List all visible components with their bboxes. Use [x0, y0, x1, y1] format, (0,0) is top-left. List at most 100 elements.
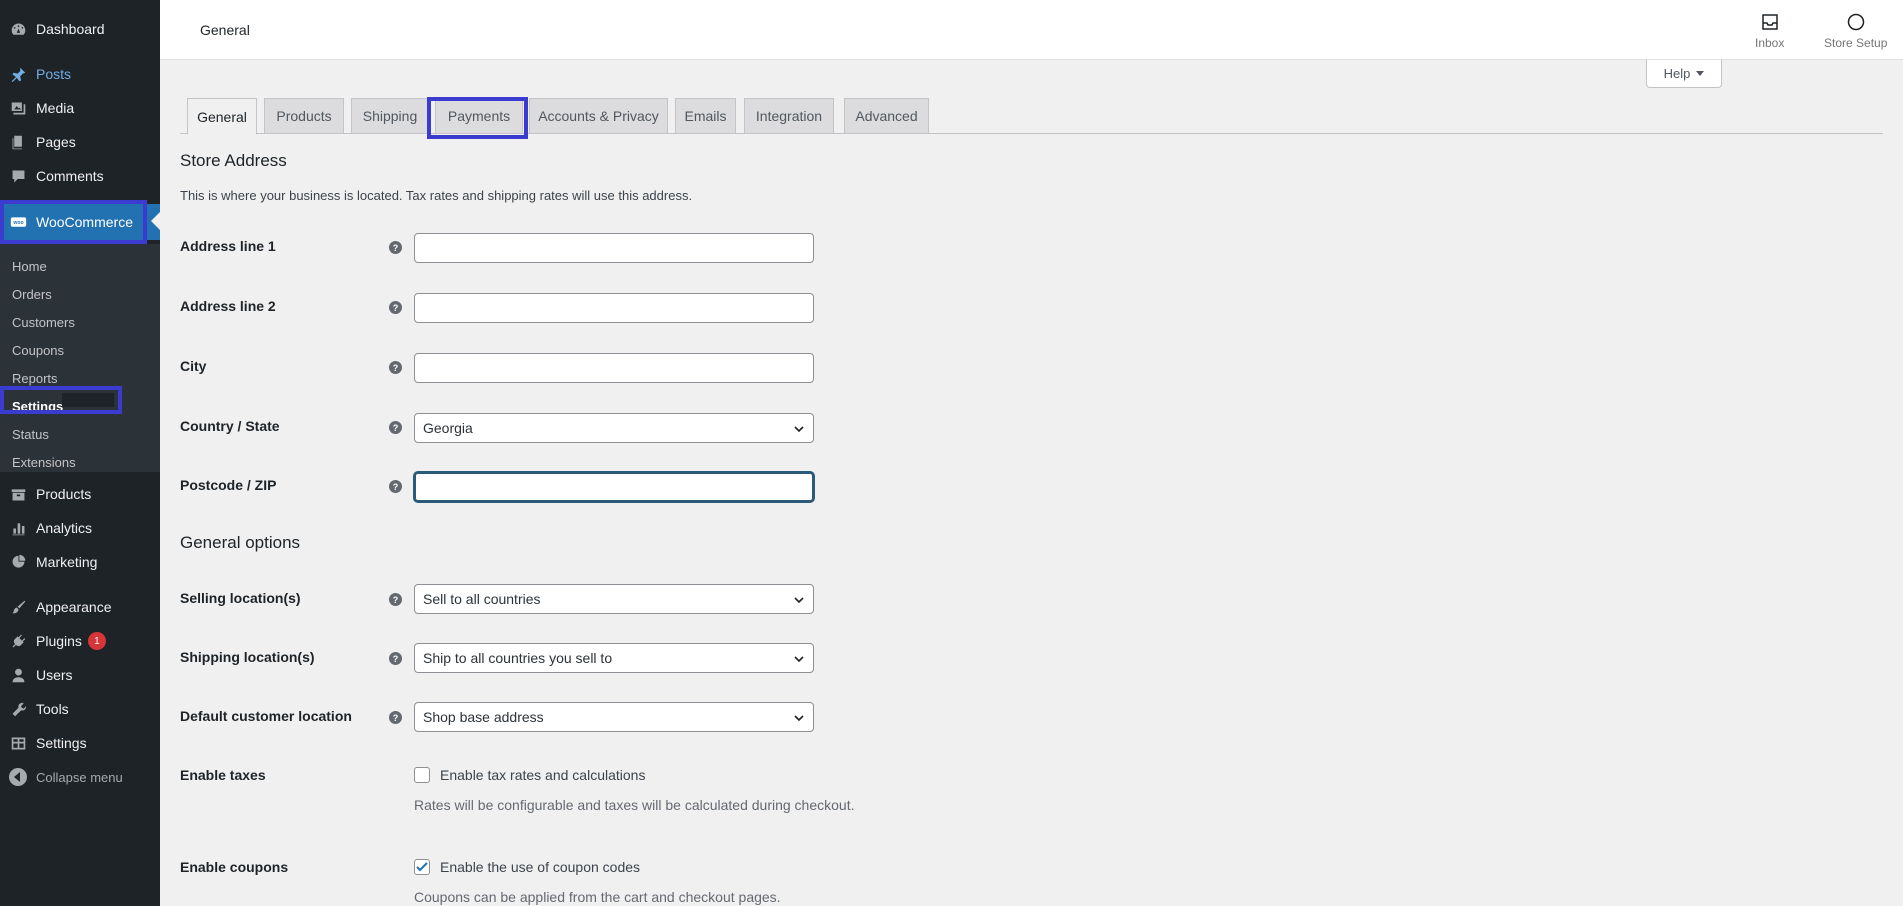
- menu-marketing[interactable]: Marketing: [0, 545, 160, 579]
- help-tip-icon[interactable]: ?: [389, 652, 402, 665]
- city-input[interactable]: [414, 353, 814, 383]
- submenu-coupons[interactable]: Coupons: [0, 336, 160, 364]
- help-tip-icon[interactable]: ?: [389, 480, 402, 493]
- analytics-icon: [8, 518, 28, 538]
- submenu-customers[interactable]: Customers: [0, 308, 160, 336]
- default-customer-location-select[interactable]: Shop base address: [414, 702, 814, 732]
- settings-tabs: General Products Shipping Payments Accou…: [180, 98, 1883, 135]
- general-options-heading: General options: [180, 533, 301, 552]
- shipping-location-label: Shipping location(s): [180, 649, 315, 665]
- help-label: Help: [1663, 66, 1691, 81]
- help-tip-icon[interactable]: ?: [389, 361, 402, 374]
- menu-users[interactable]: Users: [0, 658, 160, 692]
- marketing-icon: [8, 552, 28, 572]
- products-icon: [8, 484, 28, 504]
- enable-taxes-checkbox-row[interactable]: Enable tax rates and calculations: [414, 767, 645, 783]
- country-select[interactable]: Georgia: [414, 413, 814, 443]
- enable-coupons-checkbox-row[interactable]: Enable the use of coupon codes: [414, 859, 640, 875]
- address1-label: Address line 1: [180, 238, 276, 254]
- menu-settings[interactable]: Settings: [0, 726, 160, 760]
- enable-coupons-checkbox[interactable]: [414, 859, 430, 875]
- menu-analytics-label: Analytics: [36, 520, 93, 536]
- tab-products[interactable]: Products: [264, 98, 344, 134]
- pages-icon: [8, 132, 28, 152]
- checkmark-icon: [416, 862, 428, 872]
- comment-icon: [8, 166, 28, 186]
- store-address-heading: Store Address: [180, 151, 287, 170]
- help-tip-icon[interactable]: ?: [389, 711, 402, 724]
- submenu-orders[interactable]: Orders: [0, 280, 160, 308]
- collapse-icon: [8, 767, 28, 787]
- enable-coupons-checkbox-label: Enable the use of coupon codes: [440, 859, 641, 875]
- enable-taxes-checkbox-label: Enable tax rates and calculations: [440, 767, 646, 783]
- postcode-input[interactable]: [414, 472, 814, 502]
- city-label: City: [180, 358, 207, 374]
- tab-advanced[interactable]: Advanced: [844, 98, 929, 134]
- settings-highlight-bar: [62, 393, 114, 407]
- tab-accounts-privacy[interactable]: Accounts & Privacy: [529, 98, 668, 134]
- top-bar: General Inbox Store Setup: [160, 0, 1903, 60]
- submenu-extensions[interactable]: Extensions: [0, 448, 160, 476]
- store-address-description: This is where your business is located. …: [180, 188, 693, 203]
- caret-down-icon: [1696, 71, 1705, 76]
- tab-payments[interactable]: Payments: [435, 98, 523, 134]
- dashboard-icon: [8, 19, 28, 39]
- help-tip-icon[interactable]: ?: [389, 593, 402, 606]
- inbox-button[interactable]: Inbox: [1755, 12, 1784, 50]
- menu-analytics[interactable]: Analytics: [0, 511, 160, 545]
- address1-input[interactable]: [414, 233, 814, 263]
- shipping-location-select[interactable]: Ship to all countries you sell to: [414, 643, 814, 673]
- page-title: General: [200, 22, 250, 38]
- submenu-reports[interactable]: Reports: [0, 364, 160, 392]
- menu-comments[interactable]: Comments: [0, 159, 160, 193]
- menu-dashboard-label: Dashboard: [36, 21, 105, 37]
- menu-dashboard[interactable]: Dashboard: [0, 12, 160, 46]
- menu-plugins-label: Plugins: [36, 633, 82, 649]
- shipping-location-value: Ship to all countries you sell to: [423, 650, 613, 666]
- store-setup-label: Store Setup: [1824, 36, 1888, 50]
- store-setup-button[interactable]: Store Setup: [1824, 12, 1887, 50]
- country-select-value: Georgia: [423, 420, 473, 436]
- plugins-update-badge: 1: [87, 632, 106, 650]
- tab-emails[interactable]: Emails: [675, 98, 736, 134]
- woo-icon: woo: [8, 212, 28, 232]
- help-tip-icon[interactable]: ?: [389, 301, 402, 314]
- help-tip-icon[interactable]: ?: [389, 421, 402, 434]
- plugin-icon: [8, 631, 28, 651]
- help-button[interactable]: Help: [1646, 60, 1722, 88]
- postcode-label: Postcode / ZIP: [180, 477, 277, 493]
- submenu-home[interactable]: Home: [0, 252, 160, 280]
- selling-location-select[interactable]: Sell to all countries: [414, 584, 814, 614]
- menu-products-label: Products: [36, 486, 92, 502]
- chevron-down-icon: [794, 715, 804, 722]
- tab-shipping[interactable]: Shipping: [351, 98, 429, 134]
- default-customer-location-label: Default customer location: [180, 708, 352, 724]
- enable-coupons-label: Enable coupons: [180, 859, 289, 875]
- menu-media[interactable]: Media: [0, 91, 160, 125]
- menu-products[interactable]: Products: [0, 477, 160, 511]
- menu-settings-label: Settings: [36, 735, 87, 751]
- menu-comments-label: Comments: [36, 168, 104, 184]
- tab-general[interactable]: General: [187, 98, 257, 135]
- woocommerce-submenu: Home Orders Customers Coupons Reports Se…: [0, 244, 160, 472]
- submenu-status[interactable]: Status: [0, 420, 160, 448]
- help-tip-icon[interactable]: ?: [389, 241, 402, 254]
- selling-location-value: Sell to all countries: [423, 591, 541, 607]
- progress-circle-icon: [1847, 13, 1864, 31]
- menu-tools[interactable]: Tools: [0, 692, 160, 726]
- inbox-label: Inbox: [1755, 36, 1785, 50]
- collapse-menu-button[interactable]: Collapse menu: [0, 760, 160, 794]
- address2-label: Address line 2: [180, 298, 276, 314]
- menu-plugins[interactable]: Plugins 1: [0, 624, 160, 658]
- current-menu-arrow: [151, 212, 160, 230]
- address2-input[interactable]: [414, 293, 814, 323]
- menu-woocommerce[interactable]: woo WooCommerce: [0, 204, 160, 240]
- enable-taxes-checkbox[interactable]: [414, 767, 430, 783]
- selling-location-label: Selling location(s): [180, 590, 301, 606]
- menu-woocommerce-label: WooCommerce: [36, 214, 133, 230]
- menu-posts[interactable]: Posts: [0, 57, 160, 91]
- media-icon: [8, 98, 28, 118]
- tab-integration[interactable]: Integration: [744, 98, 834, 134]
- menu-pages[interactable]: Pages: [0, 125, 160, 159]
- menu-appearance[interactable]: Appearance: [0, 590, 160, 624]
